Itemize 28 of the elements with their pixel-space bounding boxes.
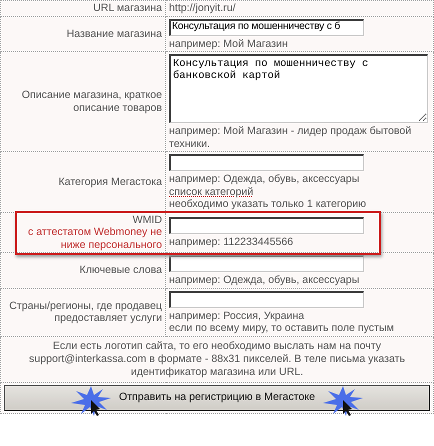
- hint-text: например: 112233445566: [169, 236, 294, 248]
- cursor-icon: [71, 386, 111, 416]
- input-field[interactable]: [169, 290, 364, 308]
- hint-text: например: Мой Магазин: [169, 38, 289, 50]
- note-text: Если есть логотип сайта, то его необходимо выслать нам на почту support@interkassa.com в формате - 88x31 пикселей. В теле письма указать идентификатор магазина или URL.: [29, 340, 405, 378]
- input-field[interactable]: [169, 217, 364, 234]
- submit-button[interactable]: Отправить на регистрицию в Мегастоке: [4, 384, 430, 410]
- hint-text: например: Одежда, обувь, аксессуары: [169, 173, 360, 186]
- input-field[interactable]: [169, 255, 364, 272]
- input-field[interactable]: [169, 154, 364, 171]
- hint-text: если по всему миру, то оставить поле пустым: [169, 322, 395, 334]
- cursor-icon: [323, 386, 363, 416]
- hint-text: например: Мой Магазин - лидер продаж бытовой техники.: [169, 125, 412, 150]
- category-link[interactable]: список категорий: [169, 186, 254, 198]
- field-label: Ключевые слова: [78, 264, 162, 276]
- hint-text: например: Одежда, обувь, аксессуары: [169, 274, 360, 286]
- field-label: Страны/регионы, где продавец предоставляет услуги: [8, 300, 162, 324]
- field-label: Категория Мегастока: [57, 176, 162, 188]
- field-label: Описание магазина, краткое описание товаров: [20, 89, 162, 114]
- hint-text: необходимо указать только 1 категорию: [169, 198, 368, 210]
- url-value: http://jonyit.ru/: [169, 2, 237, 14]
- field-note: с аттестатом Webmoney не ниже персонального: [27, 226, 162, 251]
- field-label: WMID: [132, 214, 162, 226]
- hint-text: например: Россия, Украина: [169, 310, 306, 322]
- text-area[interactable]: Консультация по мошенничеству с банковской картой: [169, 54, 428, 123]
- input-field[interactable]: Консультация по мошенничеству с б: [169, 18, 364, 36]
- field-label: Название магазина: [66, 28, 162, 40]
- field-label: URL магазина: [92, 2, 162, 14]
